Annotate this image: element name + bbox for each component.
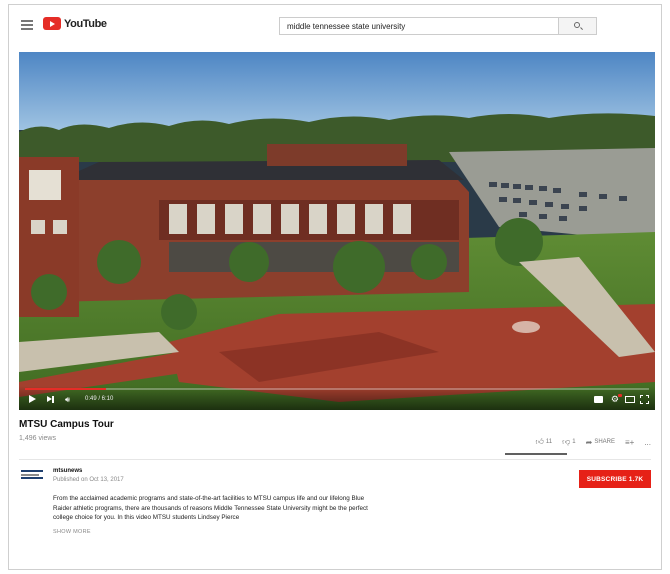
youtube-logo[interactable]: YouTube	[43, 17, 107, 30]
add-to-playlist-icon: ≡+	[624, 437, 635, 447]
divider	[19, 459, 651, 460]
channel-avatar[interactable]	[21, 470, 43, 484]
youtube-page: YouTube middle tennessee state universit…	[8, 4, 662, 570]
search-input[interactable]	[280, 18, 558, 34]
video-description: From the acclaimed academic programs and…	[53, 495, 368, 521]
subscribe-button[interactable]: SUBSCRIBE 1.7K	[579, 470, 651, 488]
video-frame-campus-aerial	[19, 52, 655, 410]
time-display: 0:49 / 6:10	[85, 396, 114, 402]
channel-name[interactable]: mtsunews	[53, 468, 82, 474]
play-icon[interactable]	[29, 395, 36, 403]
publish-date: Published on Oct 13, 2017	[53, 477, 124, 483]
youtube-play-icon	[43, 17, 61, 30]
search-bar	[279, 17, 597, 35]
dislike-count: 1	[572, 439, 576, 445]
next-icon[interactable]	[47, 396, 55, 403]
show-more-button[interactable]: SHOW MORE	[53, 529, 91, 535]
video-title: MTSU Campus Tour	[19, 419, 114, 430]
settings-icon[interactable]: ⚙	[611, 394, 623, 405]
masthead: YouTube	[9, 5, 661, 45]
volume-icon[interactable]: 🔊︎	[65, 395, 70, 405]
logo-text: YouTube	[64, 17, 107, 30]
thumbs-down-icon: 👎︎	[562, 437, 571, 446]
video-player[interactable]: 🔊︎ 0:49 / 6:10 ⚙	[19, 52, 655, 410]
search-button[interactable]	[558, 18, 596, 34]
progress-fill	[25, 388, 107, 390]
like-button[interactable]: 👍︎ 11	[536, 437, 553, 447]
share-icon: ➦	[585, 437, 593, 447]
more-actions-button[interactable]: ...	[644, 438, 651, 447]
thumbs-up-icon: 👍︎	[535, 437, 544, 446]
captions-icon[interactable]	[594, 396, 603, 403]
menu-icon[interactable]	[21, 20, 33, 30]
like-ratio-bar	[505, 453, 567, 455]
view-count: 1,496 views	[19, 435, 56, 442]
fullscreen-icon[interactable]	[640, 395, 649, 404]
video-actions: 👍︎ 11 👎︎ 1 ➦ SHARE ≡+ ...	[536, 437, 651, 447]
dislike-button[interactable]: 👎︎ 1	[562, 437, 575, 447]
progress-bar[interactable]	[25, 388, 649, 390]
theater-icon[interactable]	[625, 396, 635, 403]
share-label: SHARE	[594, 439, 615, 445]
more-icon: ...	[644, 437, 651, 447]
share-button[interactable]: ➦ SHARE	[586, 438, 615, 447]
like-count: 11	[545, 439, 553, 445]
player-controls: 🔊︎ 0:49 / 6:10 ⚙	[19, 386, 655, 410]
search-icon	[574, 22, 580, 28]
add-to-button[interactable]: ≡+	[625, 438, 634, 447]
